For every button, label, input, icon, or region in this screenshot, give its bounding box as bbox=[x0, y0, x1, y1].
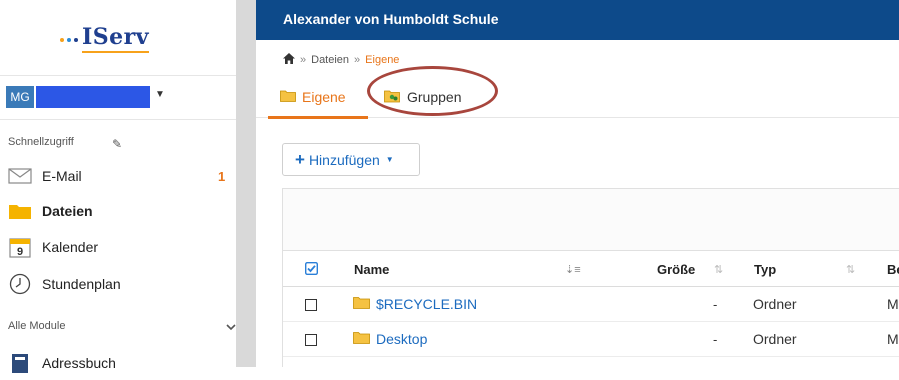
add-button-label: Hinzufügen bbox=[308, 151, 380, 168]
breadcrumb-separator: » bbox=[300, 54, 307, 66]
row-checkbox[interactable] bbox=[305, 299, 317, 311]
folder-icon bbox=[353, 296, 370, 312]
table-toolbar bbox=[283, 189, 899, 251]
pencil-icon[interactable]: ✎ bbox=[112, 137, 122, 151]
breadcrumb-files[interactable]: Dateien bbox=[311, 54, 349, 66]
breadcrumb: » Dateien » Eigene bbox=[283, 53, 399, 67]
table-row[interactable]: $RECYCLE.BIN - Ordner M bbox=[283, 287, 899, 322]
file-name: $RECYCLE.BIN bbox=[376, 296, 478, 312]
school-name: Alexander von Humboldt Schule bbox=[283, 11, 499, 27]
caret-down-icon[interactable]: ▼ bbox=[155, 89, 165, 100]
sort-asc-icon[interactable]: ⇣≡ bbox=[565, 263, 581, 276]
iserv-logo[interactable]: IServ bbox=[60, 24, 150, 53]
tab-bar: Eigene Gruppen bbox=[256, 76, 899, 119]
user-name-redacted bbox=[36, 86, 150, 108]
calendar-icon: 9 bbox=[8, 235, 32, 259]
file-type: Ordner bbox=[753, 331, 797, 347]
file-name-link[interactable]: $RECYCLE.BIN bbox=[353, 296, 477, 312]
sidebar-item-addressbook[interactable]: Adressbuch bbox=[0, 346, 240, 380]
file-size: - bbox=[713, 297, 718, 312]
unread-badge: 1 bbox=[218, 168, 226, 184]
file-owner: M bbox=[887, 331, 899, 347]
svg-text:9: 9 bbox=[17, 246, 23, 258]
mail-icon bbox=[8, 164, 32, 188]
quick-access-label: Schnellzugriff bbox=[8, 136, 74, 148]
breadcrumb-own: Eigene bbox=[365, 54, 400, 66]
add-button[interactable]: + Hinzufügen ▼ bbox=[282, 143, 420, 176]
file-type: Ordner bbox=[753, 296, 797, 312]
sidebar-item-timetable[interactable]: Stundenplan bbox=[0, 267, 240, 301]
sidebar-item-files[interactable]: Dateien bbox=[0, 194, 240, 228]
clock-icon bbox=[8, 272, 32, 296]
sidebar: IServ MG ▼ Schnellzugriff ✎ E-Mail 1 Dat… bbox=[0, 0, 240, 373]
column-header-type[interactable]: Typ bbox=[754, 262, 776, 277]
file-size: - bbox=[713, 332, 718, 347]
column-header-owner[interactable]: Be bbox=[887, 262, 899, 277]
plus-icon: + bbox=[295, 149, 305, 169]
main-content: Alexander von Humboldt Schule » Dateien … bbox=[256, 0, 899, 367]
file-table: Name ⇣≡ Größe ⇅ Typ ⇅ Be $RECYCLE.BIN - … bbox=[282, 188, 899, 367]
addressbook-icon bbox=[8, 351, 32, 375]
tab-groups[interactable]: Gruppen bbox=[384, 76, 461, 118]
file-name: Desktop bbox=[376, 331, 428, 347]
sidebar-item-label: Kalender bbox=[42, 239, 99, 255]
all-modules-label: Alle Module bbox=[8, 320, 66, 332]
tab-label: Gruppen bbox=[407, 89, 462, 105]
header-bar: Alexander von Humboldt Schule bbox=[256, 0, 899, 40]
select-all-icon[interactable] bbox=[304, 261, 319, 276]
logo-area: IServ bbox=[0, 0, 240, 76]
user-menu[interactable]: MG ▼ bbox=[0, 76, 240, 120]
caret-down-icon: ▼ bbox=[385, 155, 394, 164]
row-checkbox[interactable] bbox=[305, 334, 317, 346]
file-name-link[interactable]: Desktop bbox=[353, 331, 427, 347]
sort-icon[interactable]: ⇅ bbox=[714, 263, 723, 276]
chevron-down-icon[interactable] bbox=[226, 320, 236, 334]
avatar: MG bbox=[6, 86, 34, 108]
sidebar-item-calendar[interactable]: 9 Kalender bbox=[0, 230, 240, 264]
sidebar-scrollbar[interactable] bbox=[236, 0, 256, 367]
column-header-size[interactable]: Größe bbox=[657, 262, 695, 277]
table-header: Name ⇣≡ Größe ⇅ Typ ⇅ Be bbox=[283, 251, 899, 287]
group-folder-icon bbox=[384, 89, 401, 106]
tab-label: Eigene bbox=[302, 89, 346, 105]
home-icon[interactable] bbox=[283, 53, 295, 67]
tab-own[interactable]: Eigene bbox=[268, 76, 368, 119]
breadcrumb-separator: » bbox=[354, 54, 361, 66]
file-owner: M bbox=[887, 296, 899, 312]
sidebar-item-email[interactable]: E-Mail 1 bbox=[0, 159, 240, 193]
sidebar-item-label: Dateien bbox=[42, 203, 93, 219]
folder-icon bbox=[8, 199, 32, 223]
sidebar-item-label: Stundenplan bbox=[42, 276, 121, 292]
folder-icon bbox=[280, 89, 296, 105]
table-row[interactable]: Desktop - Ordner M bbox=[283, 322, 899, 357]
logo-dots bbox=[60, 38, 78, 42]
sort-icon[interactable]: ⇅ bbox=[846, 263, 855, 276]
logo-text: IServ bbox=[82, 24, 150, 53]
column-header-name[interactable]: Name bbox=[354, 262, 389, 277]
sidebar-item-label: E-Mail bbox=[42, 168, 82, 184]
sidebar-item-label: Adressbuch bbox=[42, 355, 116, 371]
folder-icon bbox=[353, 331, 370, 347]
